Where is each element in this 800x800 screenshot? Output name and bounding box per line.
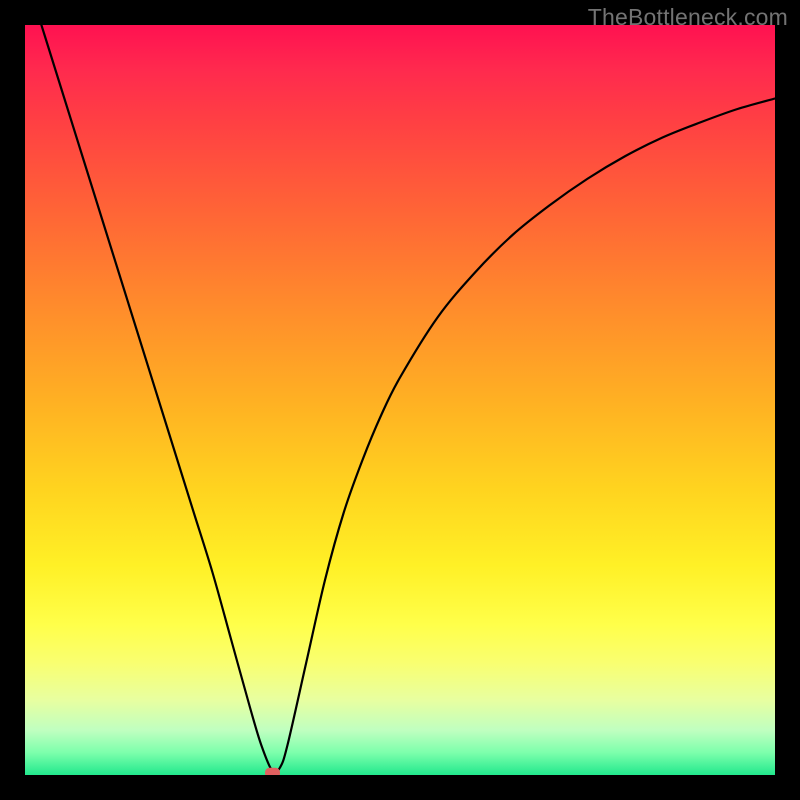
chart-frame: TheBottleneck.com bbox=[0, 0, 800, 800]
curve-svg bbox=[25, 25, 775, 775]
minimum-marker bbox=[266, 768, 280, 775]
plot-area bbox=[25, 25, 775, 775]
bottleneck-curve bbox=[25, 25, 775, 773]
watermark-text: TheBottleneck.com bbox=[588, 4, 788, 31]
